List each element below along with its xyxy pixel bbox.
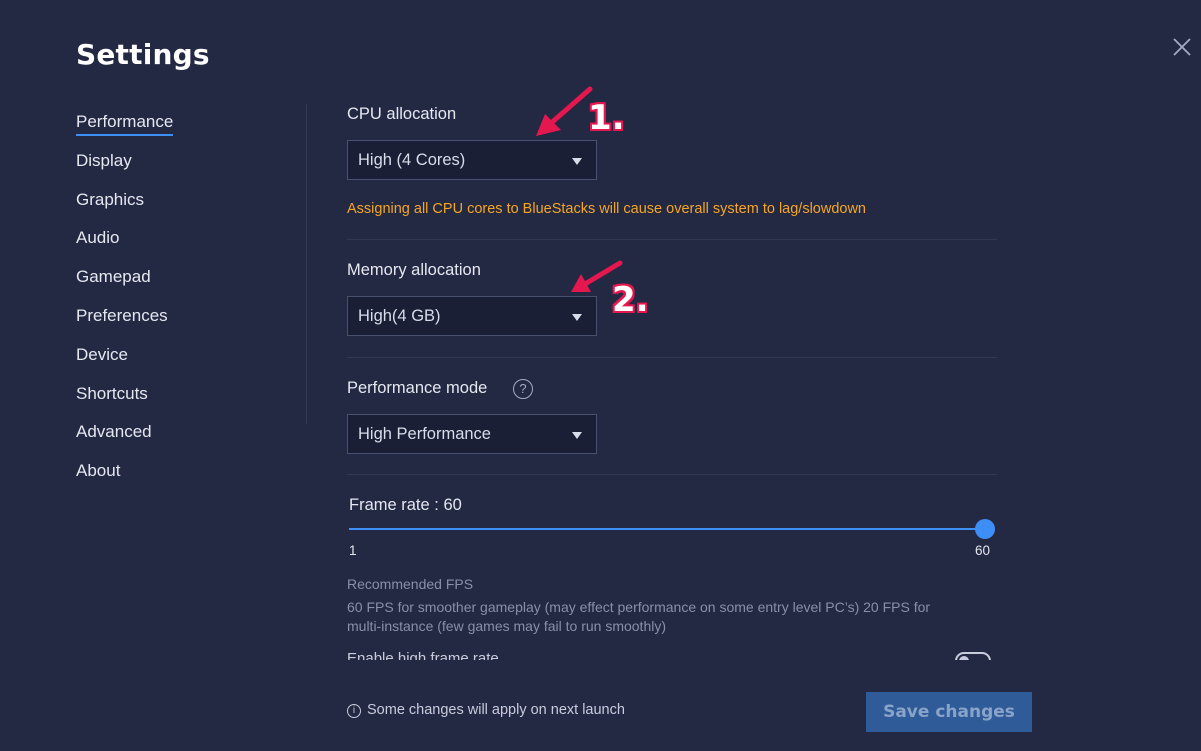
performance-panel: CPU allocation High (4 Cores) Assigning …: [347, 0, 997, 660]
memory-allocation-select[interactable]: High(4 GB): [347, 296, 597, 336]
sidebar-item-performance[interactable]: Performance: [76, 112, 276, 151]
restart-note: i Some changes will apply on next launch: [347, 702, 625, 718]
recommended-fps-line-1: 60 FPS for smoother gameplay (may effect…: [347, 599, 931, 615]
sidebar-item-label: Advanced: [76, 422, 152, 442]
recommended-fps-title: Recommended FPS: [347, 576, 474, 592]
cpu-warning-text: Assigning all CPU cores to BlueStacks wi…: [347, 201, 866, 217]
memory-allocation-value: High(4 GB): [358, 307, 441, 325]
chevron-down-icon: [572, 158, 582, 165]
chevron-down-icon: [572, 314, 582, 321]
sidebar-item-label: Gamepad: [76, 267, 151, 287]
chevron-down-icon: [572, 432, 582, 439]
sidebar-item-label: Performance: [76, 112, 174, 136]
sidebar-item-preferences[interactable]: Preferences: [76, 306, 276, 345]
sidebar-item-advanced[interactable]: Advanced: [76, 422, 276, 461]
sidebar-item-label: About: [76, 461, 121, 481]
sidebar-item-device[interactable]: Device: [76, 345, 276, 384]
sidebar-item-audio[interactable]: Audio: [76, 228, 276, 267]
high-frame-rate-toggle[interactable]: [955, 652, 991, 660]
performance-mode-select[interactable]: High Performance: [347, 414, 597, 454]
cpu-allocation-select[interactable]: High (4 Cores): [347, 140, 597, 180]
sidebar-item-gamepad[interactable]: Gamepad: [76, 267, 276, 306]
performance-mode-value: High Performance: [358, 425, 491, 443]
sidebar-item-label: Graphics: [76, 189, 145, 209]
sidebar-item-display[interactable]: Display: [76, 151, 276, 190]
frame-rate-max-label: 60: [975, 543, 991, 558]
info-icon: i: [347, 704, 361, 718]
cpu-allocation-label: CPU allocation: [347, 105, 457, 123]
section-divider: [347, 474, 997, 475]
sidebar-item-label: Display: [76, 150, 132, 170]
sidebar-item-about[interactable]: About: [76, 461, 276, 500]
frame-rate-slider-track[interactable]: [349, 528, 985, 530]
sidebar-item-label: Audio: [76, 228, 120, 248]
sidebar-item-label: Preferences: [76, 305, 168, 325]
annotation-number-1: 1.: [588, 98, 625, 138]
sidebar-item-graphics[interactable]: Graphics: [76, 190, 276, 229]
save-changes-button[interactable]: Save changes: [866, 692, 1032, 732]
recommended-fps-line-2: multi-instance (few games may fail to ru…: [347, 618, 666, 634]
settings-sidebar: Performance Display Graphics Audio Gamep…: [76, 112, 276, 500]
sidebar-divider: [306, 104, 307, 424]
close-icon[interactable]: [1170, 35, 1194, 59]
settings-title: Settings: [76, 38, 210, 71]
frame-rate-label: Frame rate : 60: [349, 496, 462, 514]
performance-mode-label: Performance mode: [347, 379, 488, 397]
high-frame-rate-label: Enable high frame rate: [347, 650, 499, 660]
frame-rate-slider-thumb[interactable]: [975, 519, 995, 539]
help-circle-icon[interactable]: ?: [513, 379, 533, 399]
cpu-allocation-value: High (4 Cores): [358, 151, 466, 169]
annotation-number-2: 2.: [612, 280, 649, 320]
restart-note-text: Some changes will apply on next launch: [367, 702, 625, 718]
section-divider: [347, 357, 997, 358]
memory-allocation-label: Memory allocation: [347, 261, 481, 279]
sidebar-item-shortcuts[interactable]: Shortcuts: [76, 384, 276, 423]
frame-rate-min-label: 1: [349, 543, 357, 558]
section-divider: [347, 239, 997, 240]
sidebar-item-label: Shortcuts: [76, 383, 148, 403]
sidebar-item-label: Device: [76, 344, 128, 364]
